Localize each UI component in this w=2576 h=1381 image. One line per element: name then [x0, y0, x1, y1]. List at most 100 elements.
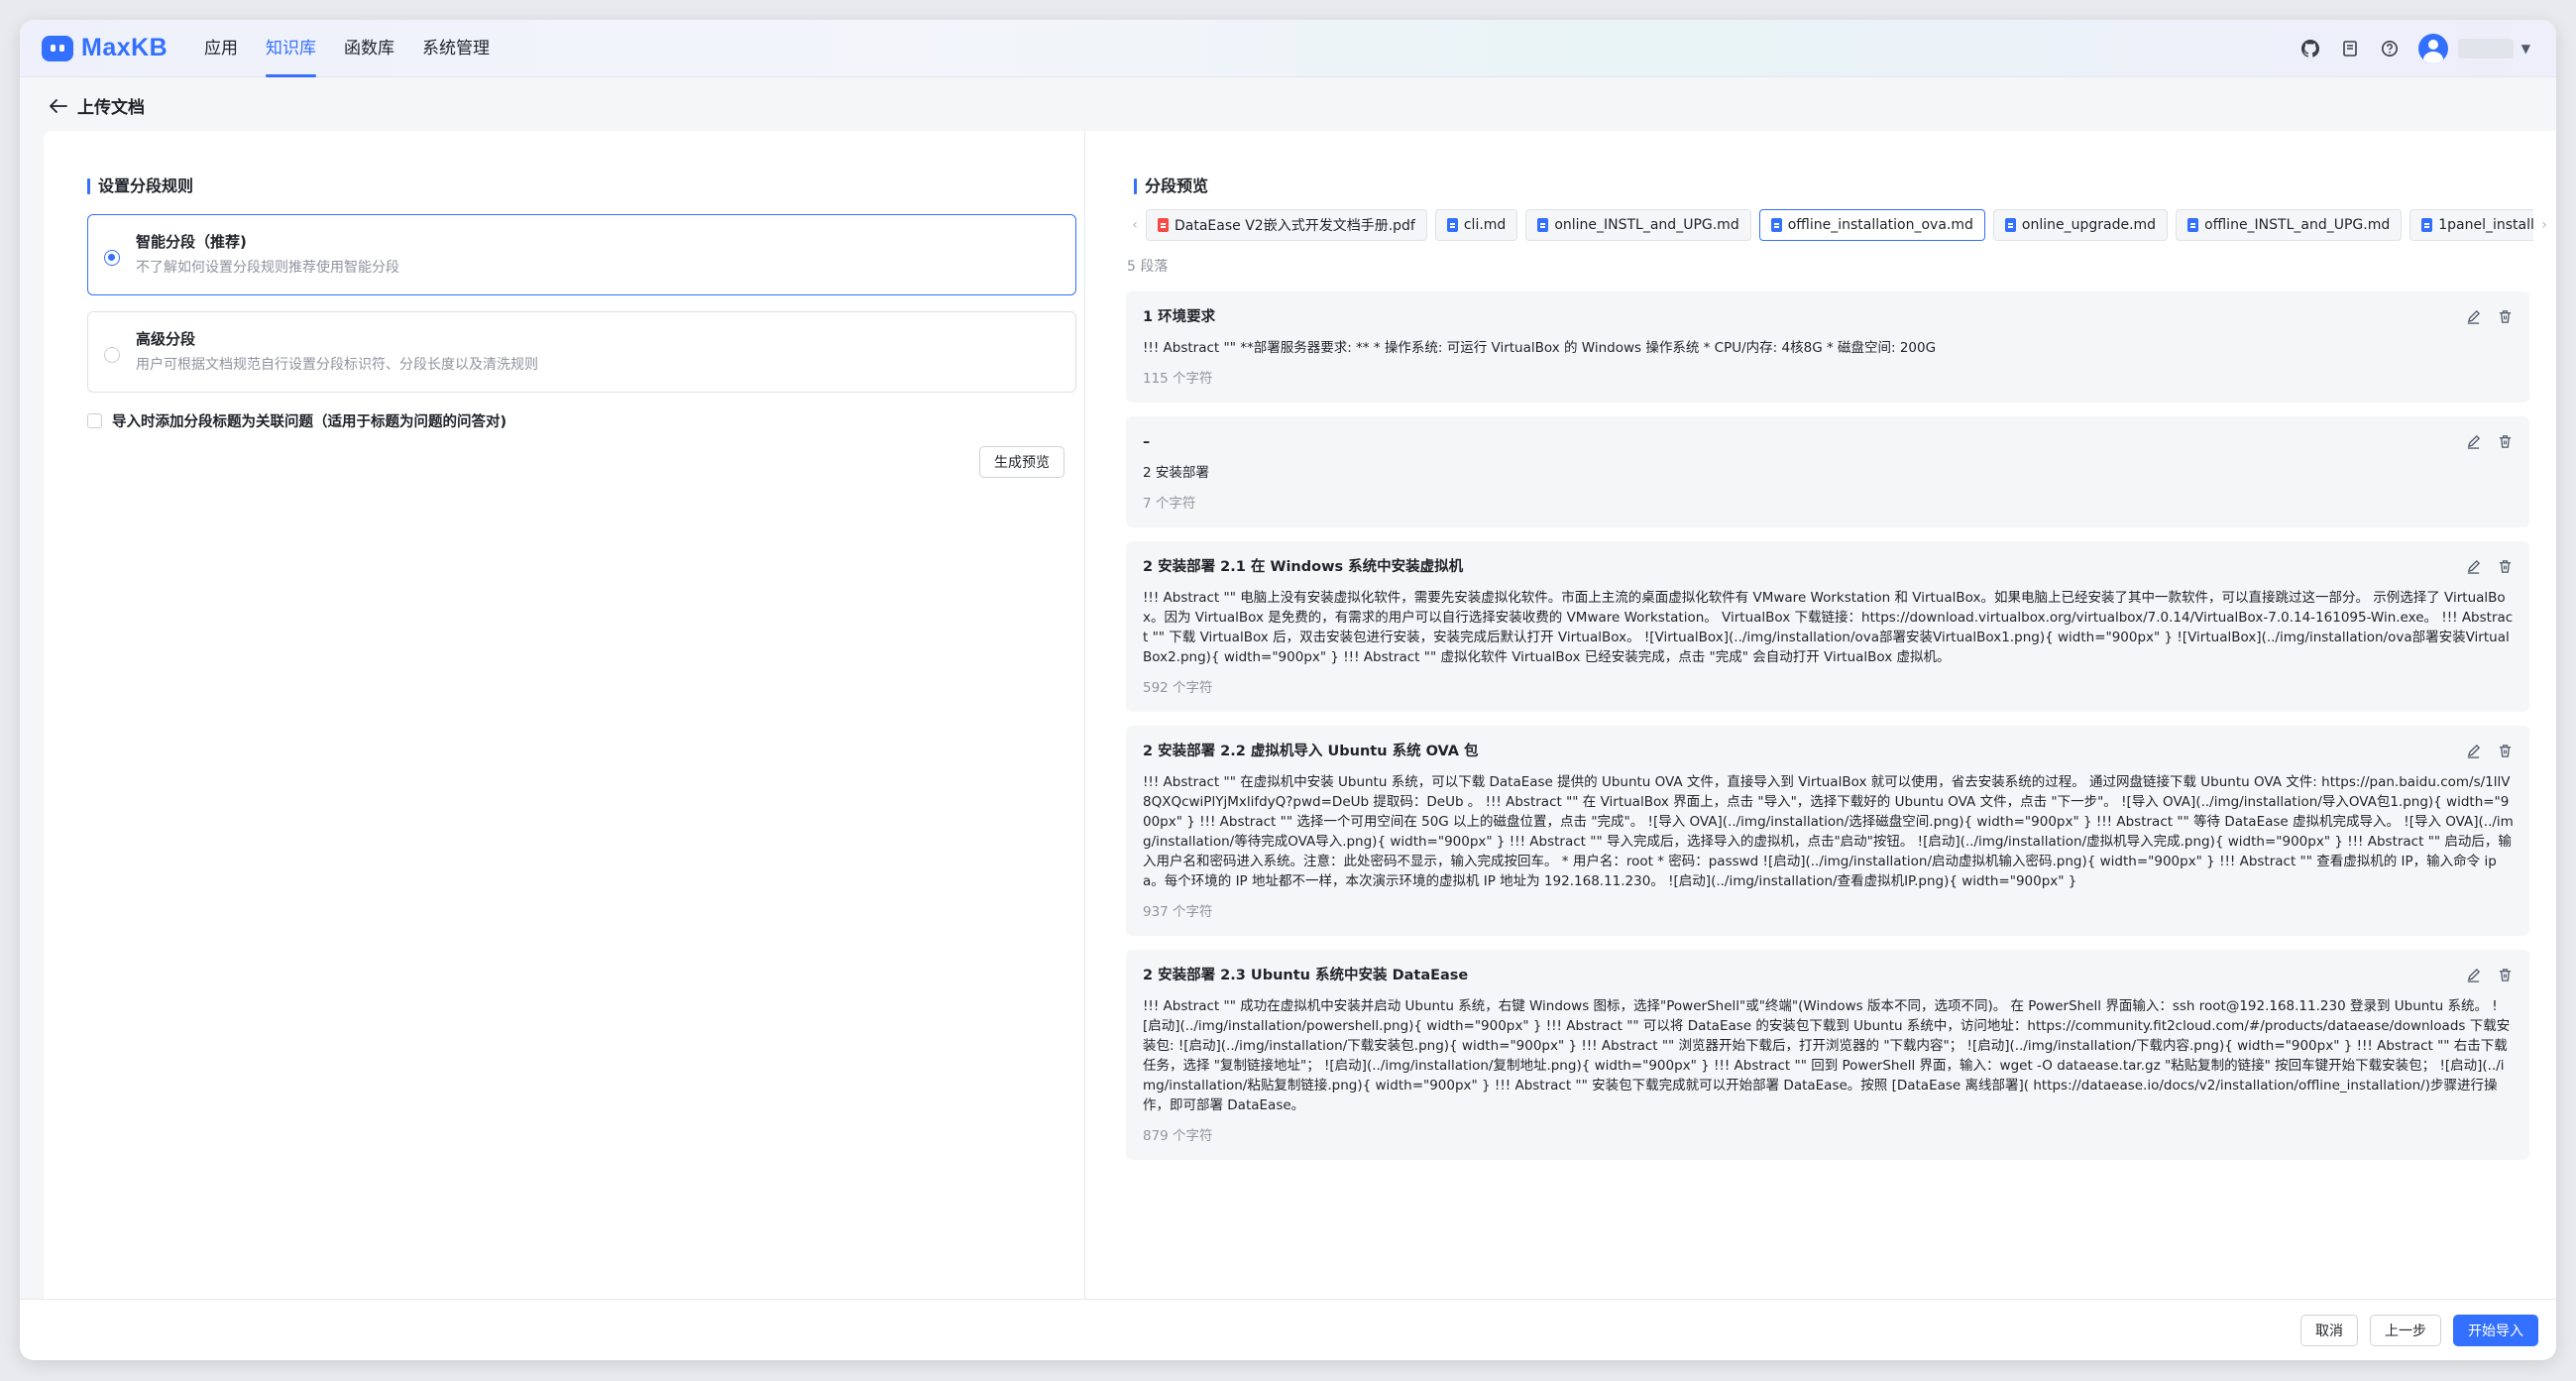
- segment-title: –: [1143, 434, 1151, 450]
- segment-content: !!! Abstract "" 成功在虚拟机中安装并启动 Ubuntu 系统，右…: [1143, 998, 2511, 1113]
- arrow-left-icon[interactable]: [50, 94, 67, 118]
- tab-label: DataEase V2嵌入式开发文档手册.pdf: [1175, 218, 1415, 234]
- tab-label: online_upgrade.md: [2021, 217, 2157, 233]
- segment-card: 1 环境要求 !!! Abstract "" **部署服务器要求: ** * 操…: [1126, 291, 2529, 403]
- edit-icon[interactable]: [2464, 966, 2482, 983]
- app-window: MaxKB 应用 知识库 函数库 系统管理 ▼ 上传文档 设置分段规则 智能分段…: [20, 20, 2556, 1360]
- file-tab[interactable]: offline_INSTL_and_UPG.md: [2176, 209, 2403, 241]
- chevron-left-icon[interactable]: ‹: [1128, 217, 1142, 233]
- file-tabs: ‹ DataEase V2嵌入式开发文档手册.pdf cli.md online…: [1128, 208, 2551, 242]
- nav-item-apps[interactable]: 应用: [190, 20, 252, 77]
- logo-text: MaxKB: [81, 34, 168, 61]
- file-tab-active[interactable]: offline_installation_ova.md: [1758, 209, 1985, 241]
- top-navbar: MaxKB 应用 知识库 函数库 系统管理 ▼: [20, 20, 2556, 77]
- radio-smart[interactable]: [104, 250, 120, 266]
- rule-settings-panel: 设置分段规则 智能分段（推荐) 不了解如何设置分段规则推荐使用智能分段 高级分段…: [44, 131, 1084, 1301]
- tab-label: 1panel_installation.m: [2438, 217, 2533, 233]
- delete-icon[interactable]: [2496, 557, 2514, 575]
- advanced-segment-option[interactable]: 高级分段 用户可根据文档规范自行设置分段标识符、分段长度以及清洗规则: [87, 311, 1076, 393]
- checkbox-label: 导入时添加分段标题为关联问题（适用于标题为问题的问答对): [112, 414, 507, 430]
- edit-icon[interactable]: [2464, 557, 2482, 575]
- chevron-down-icon[interactable]: ▼: [2521, 42, 2530, 56]
- segment-title: 2 安装部署 2.2 虚拟机导入 Ubuntu 系统 OVA 包: [1143, 744, 1479, 759]
- segment-content: !!! Abstract "" 电脑上没有安装虚拟化软件，需要先安装虚拟化软件。…: [1143, 590, 2514, 665]
- pdf-file-icon: [1158, 218, 1169, 232]
- tab-label: online_INSTL_and_UPG.md: [1554, 217, 1739, 233]
- md-file-icon: [1446, 218, 1458, 232]
- file-tab[interactable]: online_upgrade.md: [1992, 209, 2169, 241]
- edit-icon[interactable]: [2464, 742, 2482, 759]
- main-menu: 应用 知识库 函数库 系统管理: [190, 20, 504, 77]
- edit-icon[interactable]: [2464, 307, 2482, 325]
- segment-char-count: 7 个字符: [1143, 496, 1196, 512]
- rule-name: 高级分段: [136, 330, 196, 348]
- md-file-icon: [2004, 218, 2016, 232]
- segment-card: 2 安装部署 2.1 在 Windows 系统中安装虚拟机 !!! Abstra…: [1126, 541, 2529, 712]
- radio-advanced[interactable]: [104, 347, 120, 363]
- segment-title: 1 环境要求: [1143, 309, 1216, 325]
- segment-char-count: 937 个字符: [1143, 904, 1213, 920]
- segment-card: – 2 安装部署 7 个字符: [1126, 416, 2529, 527]
- segment-list: 1 环境要求 !!! Abstract "" **部署服务器要求: ** * 操…: [1126, 291, 2529, 1174]
- rule-desc: 不了解如何设置分段规则推荐使用智能分段: [136, 260, 399, 276]
- md-file-icon: [1770, 218, 1782, 232]
- rule-name: 智能分段（推荐): [136, 233, 247, 251]
- user-avatar[interactable]: [2417, 33, 2448, 63]
- edit-icon[interactable]: [2464, 432, 2482, 450]
- segment-count: 5 段落: [1127, 259, 1169, 275]
- delete-icon[interactable]: [2496, 742, 2514, 759]
- file-tab[interactable]: online_INSTL_and_UPG.md: [1525, 209, 1751, 241]
- segment-actions: [2464, 966, 2514, 983]
- md-file-icon: [2187, 218, 2199, 232]
- file-tab[interactable]: cli.md: [1434, 209, 1518, 241]
- segment-title: 2 安装部署 2.1 在 Windows 系统中安装虚拟机: [1143, 559, 1464, 575]
- segment-card: 2 安装部署 2.3 Ubuntu 系统中安装 DataEase !!! Abs…: [1126, 950, 2529, 1160]
- md-file-icon: [1537, 218, 1549, 232]
- title-as-question-checkbox[interactable]: [87, 413, 102, 428]
- chevron-right-icon[interactable]: ›: [2537, 217, 2551, 233]
- previous-step-button[interactable]: 上一步: [2370, 1314, 2441, 1346]
- segment-actions: [2464, 307, 2514, 325]
- username-redacted[interactable]: [2457, 38, 2514, 58]
- segment-char-count: 115 个字符: [1143, 371, 1213, 387]
- smart-segment-option[interactable]: 智能分段（推荐) 不了解如何设置分段规则推荐使用智能分段: [87, 214, 1076, 295]
- segment-actions: [2464, 742, 2514, 759]
- segment-char-count: 592 个字符: [1143, 680, 1213, 696]
- back-header[interactable]: 上传文档: [50, 93, 145, 118]
- nav-item-knowledge[interactable]: 知识库: [252, 20, 330, 77]
- tab-label: cli.md: [1463, 217, 1507, 233]
- rule-section-title: 设置分段规则: [87, 176, 193, 196]
- maxkb-logo-icon: [42, 35, 73, 61]
- title-as-question-option[interactable]: 导入时添加分段标题为关联问题（适用于标题为问题的问答对): [87, 410, 506, 431]
- file-tab[interactable]: DataEase V2嵌入式开发文档手册.pdf: [1146, 209, 1427, 241]
- segment-actions: [2464, 432, 2514, 450]
- tab-label: offline_INSTL_and_UPG.md: [2204, 217, 2391, 233]
- preview-section-title: 分段预览: [1134, 176, 1208, 196]
- segment-title: 2 安装部署 2.3 Ubuntu 系统中安装 DataEase: [1143, 968, 1469, 983]
- delete-icon[interactable]: [2496, 307, 2514, 325]
- segment-actions: [2464, 557, 2514, 575]
- segment-card: 2 安装部署 2.2 虚拟机导入 Ubuntu 系统 OVA 包 !!! Abs…: [1126, 726, 2529, 936]
- segment-content: !!! Abstract "" 在虚拟机中安装 Ubuntu 系统，可以下载 D…: [1143, 774, 2514, 889]
- delete-icon[interactable]: [2496, 966, 2514, 983]
- md-file-icon: [2421, 218, 2433, 232]
- footer-actions: 取消 上一步 开始导入: [20, 1299, 2556, 1360]
- nav-item-system[interactable]: 系统管理: [408, 20, 504, 77]
- nav-right-tools: ▼: [2299, 33, 2530, 63]
- file-tab[interactable]: 1panel_installation.m: [2409, 209, 2533, 241]
- start-import-button[interactable]: 开始导入: [2453, 1314, 2538, 1346]
- generate-preview-button[interactable]: 生成预览: [979, 446, 1064, 478]
- logo[interactable]: MaxKB: [42, 34, 190, 62]
- rule-desc: 用户可根据文档规范自行设置分段标识符、分段长度以及清洗规则: [136, 357, 538, 373]
- nav-item-functions[interactable]: 函数库: [330, 20, 408, 77]
- segment-content: !!! Abstract "" **部署服务器要求: ** * 操作系统: 可运…: [1143, 340, 1937, 356]
- cancel-button[interactable]: 取消: [2300, 1314, 2358, 1346]
- delete-icon[interactable]: [2496, 432, 2514, 450]
- segment-content: 2 安装部署: [1143, 465, 1209, 481]
- segment-char-count: 879 个字符: [1143, 1128, 1213, 1144]
- github-icon[interactable]: [2299, 38, 2321, 59]
- page-title: 上传文档: [77, 98, 145, 118]
- tab-label: offline_installation_ova.md: [1787, 217, 1973, 233]
- help-icon[interactable]: [2379, 38, 2401, 59]
- book-icon[interactable]: [2339, 38, 2361, 59]
